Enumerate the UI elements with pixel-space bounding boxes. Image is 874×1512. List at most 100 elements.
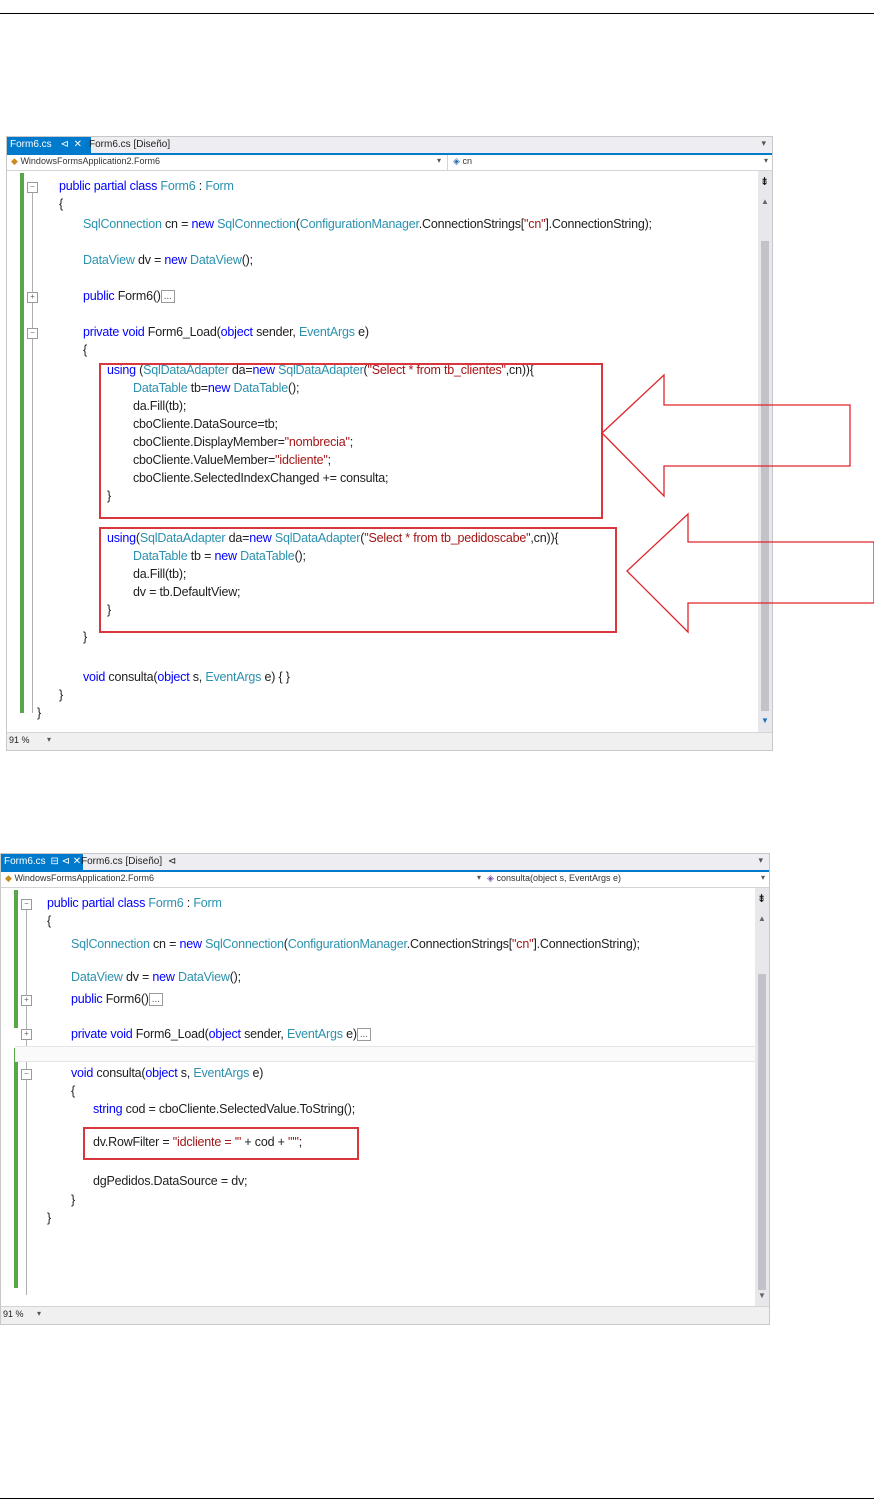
type-name: ConfigurationManager (299, 217, 419, 231)
code-text: sender, (240, 1027, 287, 1041)
member-dropdown[interactable]: ◈ cn (453, 156, 472, 167)
chevron-down-icon[interactable]: ▾ (477, 873, 481, 882)
scrollbar-thumb[interactable] (761, 241, 769, 711)
type-dropdown[interactable]: ◆ WindowsFormsApplication2.Form6 (11, 156, 160, 167)
keyword: void (83, 670, 109, 684)
collapse-icon[interactable]: − (27, 328, 38, 339)
type-name: DataView (190, 253, 242, 267)
scroll-down-icon[interactable]: ▼ (761, 716, 769, 725)
code-text: cn = (149, 937, 180, 951)
code-line: SqlConnection cn = new SqlConnection(Con… (83, 215, 652, 233)
vertical-scrollbar[interactable]: ⇟ ▲ ▼ (755, 888, 769, 1306)
collapsed-region-button[interactable]: ... (356, 1028, 371, 1042)
type-name: ConfigurationManager (287, 937, 407, 951)
pin-icon[interactable]: ⊲ (168, 856, 176, 867)
chevron-down-icon[interactable]: ▾ (761, 873, 765, 882)
code-text: Form6_Load( (147, 325, 221, 339)
code-text: e) (354, 325, 369, 339)
vertical-scrollbar[interactable]: ⇟ ▲ ▼ (758, 171, 772, 732)
code-text: s, (177, 1066, 194, 1080)
highlight-box (83, 1127, 359, 1160)
keyword: new (179, 937, 206, 951)
code-text: Form6_Load( (135, 1027, 209, 1041)
scroll-up-icon[interactable]: ▲ (761, 197, 769, 206)
code-line: { (47, 914, 51, 928)
chevron-down-icon[interactable]: ▾ (47, 735, 51, 744)
tab-form6-design[interactable]: Form6.cs [Diseño] ⊲ (78, 854, 179, 870)
type-name: SqlConnection (205, 937, 284, 951)
tab-form6-design[interactable]: Form6.cs [Diseño] (86, 137, 173, 153)
tab-label: Form6.cs (10, 139, 52, 150)
chevron-down-icon[interactable]: ▾ (758, 855, 763, 866)
string-literal: "cn" (512, 937, 534, 951)
expand-icon[interactable]: + (21, 995, 32, 1006)
code-line: SqlConnection cn = new SqlConnection(Con… (71, 935, 640, 953)
type-name: EventArgs (286, 1027, 343, 1041)
code-text: Form6() (105, 992, 149, 1006)
tab-icons[interactable]: ⊟ ⊲ ✕ (50, 856, 81, 867)
code-line: void consulta(object s, EventArgs e) { } (83, 668, 290, 686)
field-icon: ◈ (453, 156, 460, 166)
navigation-bar: ◆ WindowsFormsApplication2.Form6 ▾ ◈ cn … (7, 155, 772, 171)
member-dropdown-label: cn (462, 156, 472, 166)
type-dropdown[interactable]: ◆ WindowsFormsApplication2.Form6 (5, 873, 154, 884)
keyword: new (152, 970, 179, 984)
type-name: EventArgs (298, 325, 355, 339)
code-editor[interactable]: − + + − public partial class Form6 : For… (1, 888, 755, 1306)
string-literal: "cn" (524, 217, 546, 231)
chevron-down-icon[interactable]: ▾ (37, 1309, 41, 1318)
code-line: } (83, 630, 87, 644)
code-text: .ConnectionStrings[ (406, 937, 513, 951)
keyword: object (208, 1027, 241, 1041)
tab-label: Form6.cs [Diseño] (81, 856, 163, 867)
tab-form6-cs[interactable]: Form6.cs ⊟ ⊲ ✕ (1, 854, 83, 870)
scroll-up-icon[interactable]: ▲ (758, 914, 766, 923)
tab-form6-cs[interactable]: Form6.cs ⊲ ✕ (7, 137, 91, 153)
keyword: void (71, 1066, 97, 1080)
type-name: DataView (178, 970, 230, 984)
type-name: EventArgs (205, 670, 262, 684)
keyword: public partial class (47, 896, 149, 910)
collapse-icon[interactable]: − (21, 1069, 32, 1080)
tab-label: Form6.cs [Diseño] (89, 139, 171, 150)
class-icon: ◆ (5, 873, 12, 883)
expand-icon[interactable]: + (21, 1029, 32, 1040)
scrollbar-thumb[interactable] (758, 974, 766, 1290)
collapse-icon[interactable]: − (27, 182, 38, 193)
zoom-level[interactable]: 91 % (9, 735, 30, 745)
code-line: public Form6()... (83, 287, 175, 305)
code-text: ].ConnectionString); (533, 937, 640, 951)
code-text: sender, (252, 325, 299, 339)
pin-icon[interactable]: ⊲ (60, 139, 68, 150)
code-line: { (71, 1084, 75, 1098)
collapse-icon[interactable]: − (21, 899, 32, 910)
code-line: } (37, 706, 41, 720)
code-editor[interactable]: − + − public partial class Form6 : Form … (7, 171, 758, 732)
bottom-rule (0, 1498, 874, 1499)
scroll-down-icon[interactable]: ▼ (758, 1291, 766, 1300)
top-rule (0, 13, 874, 14)
code-text: cod = cboCliente.SelectedValue.ToString(… (122, 1102, 356, 1116)
collapsed-region-button[interactable]: ... (148, 993, 163, 1007)
split-icon[interactable]: ⇟ (760, 175, 769, 188)
chevron-down-icon[interactable]: ▾ (761, 138, 766, 149)
zoom-level[interactable]: 91 % (3, 1309, 24, 1319)
split-icon[interactable]: ⇟ (757, 892, 766, 905)
code-line: } (71, 1193, 75, 1207)
expand-icon[interactable]: + (27, 292, 38, 303)
chevron-down-icon[interactable]: ▾ (437, 156, 441, 165)
close-icon[interactable]: ✕ (74, 139, 82, 150)
collapsed-region-button[interactable]: ... (160, 290, 175, 304)
code-text: ].ConnectionString); (545, 217, 652, 231)
code-text: e) (342, 1027, 357, 1041)
code-text: (); (229, 970, 241, 984)
vs-editor-screenshot-2: Form6.cs ⊟ ⊲ ✕ Form6.cs [Diseño] ⊲ ▾ ◆ W… (0, 853, 770, 1325)
type-name: DataView (71, 970, 123, 984)
status-bar: 91 % ▾ (1, 1306, 769, 1324)
member-dropdown[interactable]: ◈ consulta(object s, EventArgs e) (487, 873, 621, 884)
change-margin (20, 173, 24, 713)
type-name: Form (193, 896, 222, 910)
keyword: object (220, 325, 253, 339)
type-name: SqlConnection (83, 217, 162, 231)
chevron-down-icon[interactable]: ▾ (764, 156, 768, 165)
